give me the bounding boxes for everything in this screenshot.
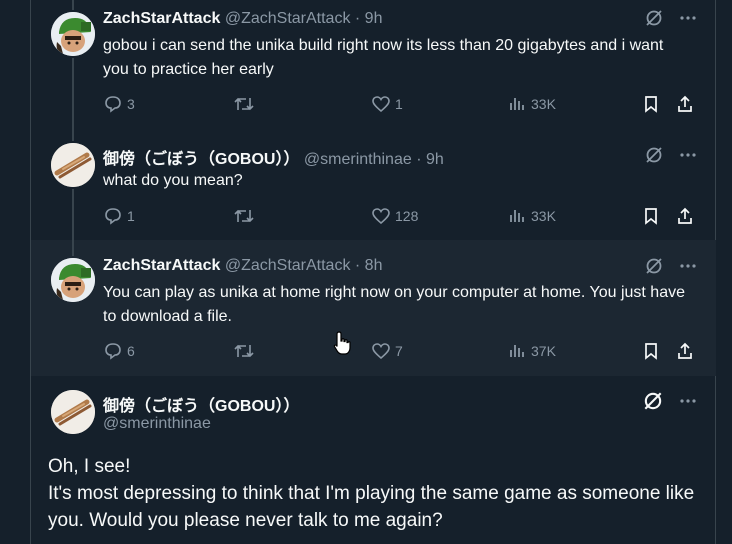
reply-count: 3 <box>127 96 135 112</box>
reply-button[interactable]: 3 <box>103 94 135 114</box>
tweet-actions: 6 7 37K <box>103 341 693 361</box>
share-icon <box>678 342 692 359</box>
tweet-1[interactable]: ZachStarAttack @ZachStarAttack · 9h gobo… <box>31 0 716 125</box>
views-icon <box>510 345 524 357</box>
more-icon[interactable] <box>678 8 698 28</box>
like-button[interactable]: 1 <box>371 94 403 114</box>
tweet-top-icons <box>644 8 698 28</box>
reply-button[interactable]: 6 <box>103 341 135 361</box>
tweet-text: gobou i can send the unika build right n… <box>103 37 664 78</box>
reply-button[interactable]: 1 <box>103 206 135 226</box>
more-icon[interactable] <box>678 145 698 165</box>
tweet-actions: 3 1 33K <box>103 94 693 114</box>
bookmark-button[interactable] <box>641 206 661 226</box>
bookmark-button[interactable] <box>641 341 661 361</box>
tweet-header: ZachStarAttack @ZachStarAttack · 9h <box>103 10 382 28</box>
more-icon[interactable] <box>678 391 698 411</box>
mouse-cursor-icon <box>333 331 351 355</box>
views-icon <box>510 210 524 222</box>
thread-line-top <box>72 240 74 256</box>
main-tweet-line-2: It's most depressing to think that I'm p… <box>48 483 695 531</box>
like-count: 128 <box>395 208 419 224</box>
reply-count: 1 <box>127 208 135 224</box>
views-button[interactable]: 33K <box>507 206 556 226</box>
views-count: 37K <box>531 343 556 359</box>
retweet-icon <box>234 209 254 223</box>
main-tweet-line-1: Oh, I see! <box>48 456 131 477</box>
bookmark-icon <box>645 343 657 360</box>
grok-icon[interactable] <box>642 390 664 412</box>
outer-background <box>0 0 30 544</box>
reply-icon <box>105 343 121 360</box>
zach-avatar-art <box>51 258 95 302</box>
grok-icon[interactable] <box>644 145 664 165</box>
grok-icon[interactable] <box>644 8 664 28</box>
tweet-top-icons <box>642 390 698 412</box>
tweet-top-icons <box>644 145 698 165</box>
like-icon <box>372 96 390 113</box>
gobou-avatar-art <box>51 143 95 187</box>
views-icon <box>510 98 524 110</box>
author-name[interactable]: 御傍（ごぼう（GOBOU）） <box>103 392 299 416</box>
reply-icon <box>105 208 121 225</box>
share-button[interactable] <box>675 341 695 361</box>
avatar[interactable] <box>51 390 95 434</box>
avatar[interactable] <box>51 258 95 302</box>
author-name[interactable]: ZachStarAttack <box>103 10 220 27</box>
thread-line-top <box>72 0 74 10</box>
share-button[interactable] <box>675 94 695 114</box>
author-meta[interactable]: @ZachStarAttack · 8h <box>225 257 383 274</box>
zach-avatar-art <box>51 12 95 56</box>
author-meta[interactable]: @smerinthinae · 9h <box>304 151 444 168</box>
author-meta[interactable]: @ZachStarAttack · 9h <box>225 10 383 27</box>
thread-line <box>72 189 74 240</box>
author-name[interactable]: ZachStarAttack <box>103 257 220 274</box>
like-icon <box>372 208 390 225</box>
author-handle[interactable]: @smerinthinae <box>103 415 211 433</box>
more-icon[interactable] <box>678 256 698 276</box>
tweet-3[interactable]: ZachStarAttack @ZachStarAttack · 8h You … <box>31 240 716 376</box>
main-tweet-text: Oh, I see! It's most depressing to think… <box>48 453 708 534</box>
views-button[interactable]: 37K <box>507 341 556 361</box>
reply-count: 6 <box>127 343 135 359</box>
tweet-thread: ZachStarAttack @ZachStarAttack · 9h gobo… <box>30 0 716 544</box>
gobou-avatar-art <box>51 390 95 434</box>
bookmark-button[interactable] <box>641 94 661 114</box>
tweet-text: what do you mean? <box>103 172 243 189</box>
share-button[interactable] <box>675 206 695 226</box>
like-count: 1 <box>395 96 403 112</box>
retweet-icon <box>234 344 254 358</box>
retweet-button[interactable] <box>233 94 259 114</box>
author-name[interactable]: 御傍（ごぼう（GOBOU）） <box>103 151 299 168</box>
avatar[interactable] <box>51 12 95 56</box>
like-icon <box>372 343 390 360</box>
grok-icon[interactable] <box>644 256 664 276</box>
reply-icon <box>105 96 121 113</box>
views-button[interactable]: 33K <box>507 94 556 114</box>
share-icon <box>678 95 692 112</box>
tweet-actions: 1 128 33K <box>103 206 693 226</box>
views-count: 33K <box>531 96 556 112</box>
tweet-header: ZachStarAttack @ZachStarAttack · 8h <box>103 257 382 275</box>
share-icon <box>678 207 692 224</box>
thread-line-top <box>72 125 74 141</box>
retweet-button[interactable] <box>233 206 259 226</box>
retweet-icon <box>234 97 254 111</box>
bookmark-icon <box>645 96 657 113</box>
avatar[interactable] <box>51 143 95 187</box>
tweet-text: You can play as unika at home right now … <box>103 284 685 325</box>
like-count: 7 <box>395 343 403 359</box>
main-tweet: 御傍（ごぼう（GOBOU）） @smerinthinae Oh, I see! … <box>31 376 716 544</box>
bookmark-icon <box>645 208 657 225</box>
retweet-button[interactable] <box>233 341 259 361</box>
tweet-top-icons <box>644 256 698 276</box>
views-count: 33K <box>531 208 556 224</box>
like-button[interactable]: 128 <box>371 206 418 226</box>
tweet-header: 御傍（ごぼう（GOBOU）） @smerinthinae · 9h <box>103 145 444 169</box>
thread-line <box>72 58 74 125</box>
tweet-2[interactable]: 御傍（ごぼう（GOBOU）） @smerinthinae · 9h what d… <box>31 125 716 240</box>
like-button[interactable]: 7 <box>371 341 403 361</box>
